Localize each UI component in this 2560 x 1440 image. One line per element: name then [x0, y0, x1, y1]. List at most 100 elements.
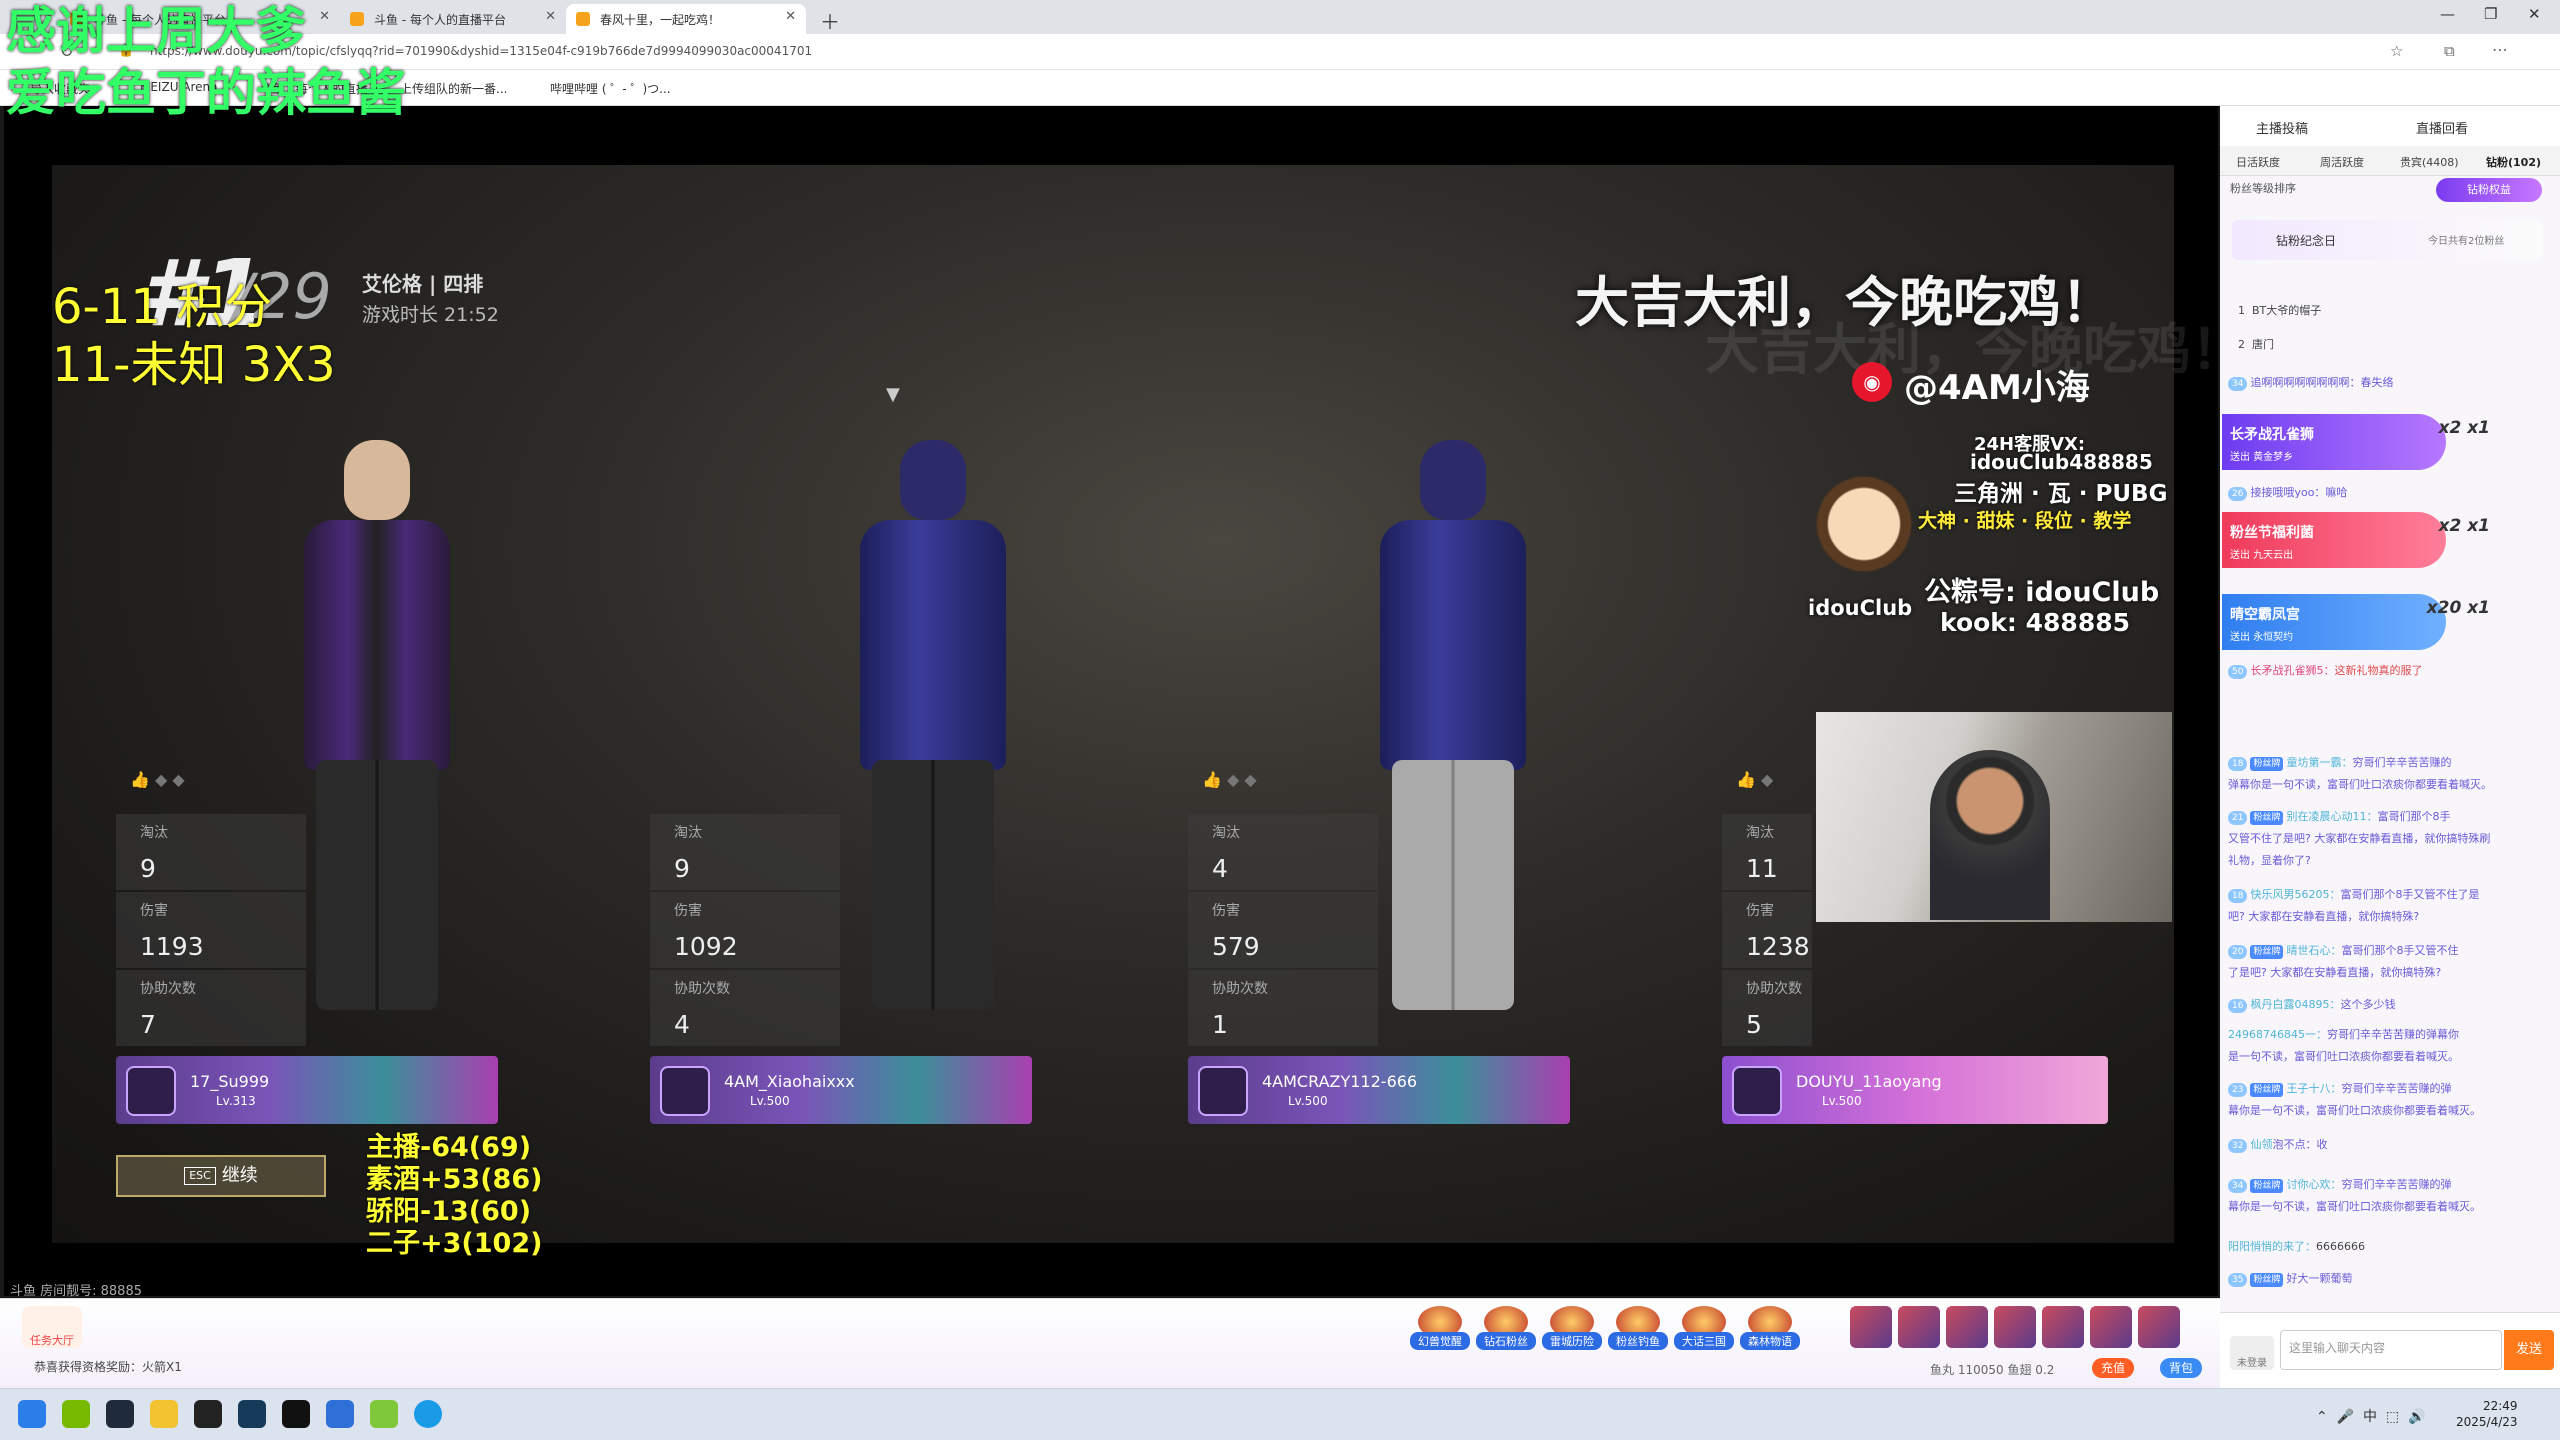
player4-damage: 1238 — [1746, 932, 1810, 961]
gift-item[interactable] — [1898, 1306, 1940, 1348]
send-button[interactable]: 发送 — [2504, 1330, 2554, 1370]
chat-message: 18 粉丝牌 童坊第一霸：穷哥们辛辛苦苦赚的 — [2228, 752, 2544, 774]
gift-banner-2: 粉丝节福利菌 送出 九天云出 x2 x1 — [2222, 512, 2490, 568]
player2-assists: 4 — [674, 1010, 690, 1039]
chat-message: 18 快乐风男56205：富哥们那个8手又管不住了是 — [2228, 884, 2544, 906]
promo-line2: idouClub488885 — [1970, 450, 2153, 474]
tab-daily-active[interactable]: 日活跃度 — [2236, 154, 2280, 170]
tab-replays[interactable]: 直播回看 — [2416, 118, 2468, 137]
chat-message: 32 仙领泡不点：收 — [2228, 1134, 2544, 1156]
room-id: 斗鱼 房间靓号: 88885 — [10, 1284, 142, 1299]
promo-line6: kook: 488885 — [1940, 608, 2131, 637]
chat-message-cont: 了是吧? 大家都在安静看直播，就你搞特殊? — [2228, 966, 2442, 979]
edge-icon[interactable] — [414, 1400, 442, 1428]
diamond-memorial[interactable]: 钻粉纪念日 今日共有2位粉丝 — [2232, 220, 2542, 260]
gift-item[interactable] — [1850, 1306, 1892, 1348]
esc-key-label: ESC — [184, 1167, 216, 1185]
favorite-star-icon[interactable]: ☆ — [2390, 42, 2403, 60]
close-icon[interactable]: ✕ — [785, 9, 796, 24]
gift-item[interactable] — [1946, 1306, 1988, 1348]
bookmark-3[interactable]: 上传组队的新一番... — [400, 80, 507, 97]
terminal-icon[interactable] — [106, 1400, 134, 1428]
player2-damage: 1092 — [674, 932, 738, 961]
chat-message: 阳阳悄悄的来了：6666666 — [2228, 1240, 2365, 1253]
player1-nameplate: 17_Su999 Lv.313 — [116, 1056, 498, 1124]
steam-icon[interactable] — [194, 1400, 222, 1428]
player4-icon-row: 👍 ◆ — [1736, 770, 1774, 789]
tab-vip[interactable]: 贵宾(4408) — [2400, 154, 2459, 170]
player4-damage-card: 伤害 1238 — [1722, 892, 1812, 968]
panel-sub-tabs: 日活跃度 周活跃度 贵宾(4408) 钻粉(102) — [2220, 146, 2560, 176]
close-window-icon[interactable]: ✕ — [2528, 5, 2541, 23]
score-overlay-lower: 主播-64(69) 素酒+53(86) 骄阳-13(60) 二子+3(102) — [366, 1132, 543, 1259]
gift-item[interactable] — [2042, 1306, 2084, 1348]
player3-kills: 4 — [1212, 854, 1228, 883]
new-tab-icon[interactable]: ＋ — [820, 6, 840, 35]
gift-item[interactable] — [1994, 1306, 2036, 1348]
streamer-figure — [1930, 750, 2050, 920]
app-icon[interactable] — [326, 1400, 354, 1428]
collections-icon[interactable]: ⧉ — [2444, 42, 2455, 60]
gift-1[interactable]: 幻兽觉醒 — [1410, 1306, 1470, 1356]
fan-rank-sort[interactable]: 粉丝等级排序 — [2230, 180, 2296, 196]
app-icon[interactable] — [150, 1400, 178, 1428]
app-icon[interactable] — [282, 1400, 310, 1428]
mascot-image — [1814, 472, 1914, 602]
gift-item[interactable] — [2138, 1306, 2180, 1348]
chat-message: 24968746845一：穷哥们辛辛苦苦赚的弹幕你 — [2228, 1028, 2459, 1041]
player1-icon-row: 👍 ◆ ◆ — [130, 770, 185, 789]
close-icon[interactable]: ✕ — [545, 9, 556, 24]
continue-button[interactable]: ESC 继续 — [116, 1155, 326, 1197]
player1-kills-card: 淘汰 9 — [116, 814, 306, 890]
gift-item[interactable] — [2090, 1306, 2132, 1348]
panel-top-tabs: 主播投稿 直播回看 — [2220, 106, 2560, 146]
gift-3[interactable]: 雷城历险 — [1542, 1306, 1602, 1356]
tab-diamond-fans[interactable]: 钻粉(102) — [2486, 154, 2541, 170]
gift-4[interactable]: 粉丝钓鱼 — [1608, 1306, 1668, 1356]
score-overlay-top: 6-11 积分 11-未知 3X3 — [52, 279, 336, 393]
system-tray[interactable]: ⌃ 🎤 中 ⬚ 🔊 — [2316, 1406, 2425, 1426]
minimize-icon[interactable]: — — [2440, 5, 2455, 23]
bag-button[interactable]: 背包 — [2160, 1358, 2202, 1378]
gift-6[interactable]: 森林物语 — [1740, 1306, 1800, 1356]
browser-tab-3-active[interactable]: 春风十里，一起吃鸡！ ✕ — [566, 4, 806, 34]
gift-5[interactable]: 大话三国 — [1674, 1306, 1734, 1356]
task-hall-button[interactable]: 任务大厅 — [22, 1306, 82, 1348]
emblem-icon — [660, 1066, 710, 1116]
game-duration: 游戏时长 21:52 — [362, 304, 499, 326]
tab-streamer-posts[interactable]: 主播投稿 — [2256, 118, 2308, 137]
unlogged-badge[interactable]: 未登录 — [2230, 1336, 2274, 1370]
chat-message-cont: 吧? 大家都在安静看直播，就你搞特殊? — [2228, 910, 2420, 923]
fan-row-2: 2 唐门 — [2238, 338, 2274, 351]
nvidia-icon[interactable] — [62, 1400, 90, 1428]
maximize-icon[interactable]: ❐ — [2484, 5, 2497, 23]
promo-line3: 三角洲 · 瓦 · PUBG — [1954, 481, 2168, 507]
clock[interactable]: 22:49 2025/4/23 — [2456, 1398, 2518, 1430]
balance-text: 鱼丸 110050 鱼翅 0.2 — [1930, 1363, 2055, 1377]
emblem-icon — [1732, 1066, 1782, 1116]
chat-message: 16 枫丹白露04895：这个多少钱 — [2228, 994, 2544, 1016]
chat-message: 23 粉丝牌 王子十八：穷哥们辛辛苦苦赚的弹 — [2228, 1078, 2544, 1100]
gift-2[interactable]: 钻石粉丝 — [1476, 1306, 1536, 1356]
start-icon[interactable] — [18, 1400, 46, 1428]
player1-damage: 1193 — [140, 932, 204, 961]
bookmark-4[interactable]: 哔哩哔哩 ( ゜- ゜)つ... — [550, 80, 671, 97]
more-icon[interactable]: ⋯ — [2492, 40, 2508, 59]
player4-nameplate: DOUYU_11aoyang Lv.500 — [1722, 1056, 2108, 1124]
gift-banner-3: 晴空霸凤宫 送出 永恒契约 x20 x1 — [2222, 594, 2490, 650]
player1-assists-card: 协助次数 7 — [116, 970, 306, 1046]
charge-button[interactable]: 充值 — [2092, 1358, 2134, 1378]
victory-title: 大吉大利，今晚吃鸡！ — [1575, 271, 2115, 334]
tab-weekly-active[interactable]: 周活跃度 — [2320, 154, 2364, 170]
app-icon[interactable] — [238, 1400, 266, 1428]
douyu-icon — [576, 12, 590, 26]
app-icon[interactable] — [370, 1400, 398, 1428]
chat-message-cont: 又管不住了是吧? 大家都在安静看直播，就你搞特殊刷 — [2228, 832, 2491, 845]
player3-nameplate: 4AMCRAZY112-666 Lv.500 — [1188, 1056, 1570, 1124]
chat-input[interactable]: 这里输入聊天内容 — [2280, 1330, 2502, 1370]
diamond-rights-button[interactable]: 钻粉权益 — [2436, 178, 2542, 202]
player2-kills: 9 — [674, 854, 690, 883]
chat-message: 21 粉丝牌 别在凌晨心动11：富哥们那个8手 — [2228, 806, 2544, 828]
player2-damage-card: 伤害 1092 — [650, 892, 840, 968]
chat-message: 50 长矛战孔雀狮5：这新礼物真的服了 — [2228, 660, 2544, 682]
